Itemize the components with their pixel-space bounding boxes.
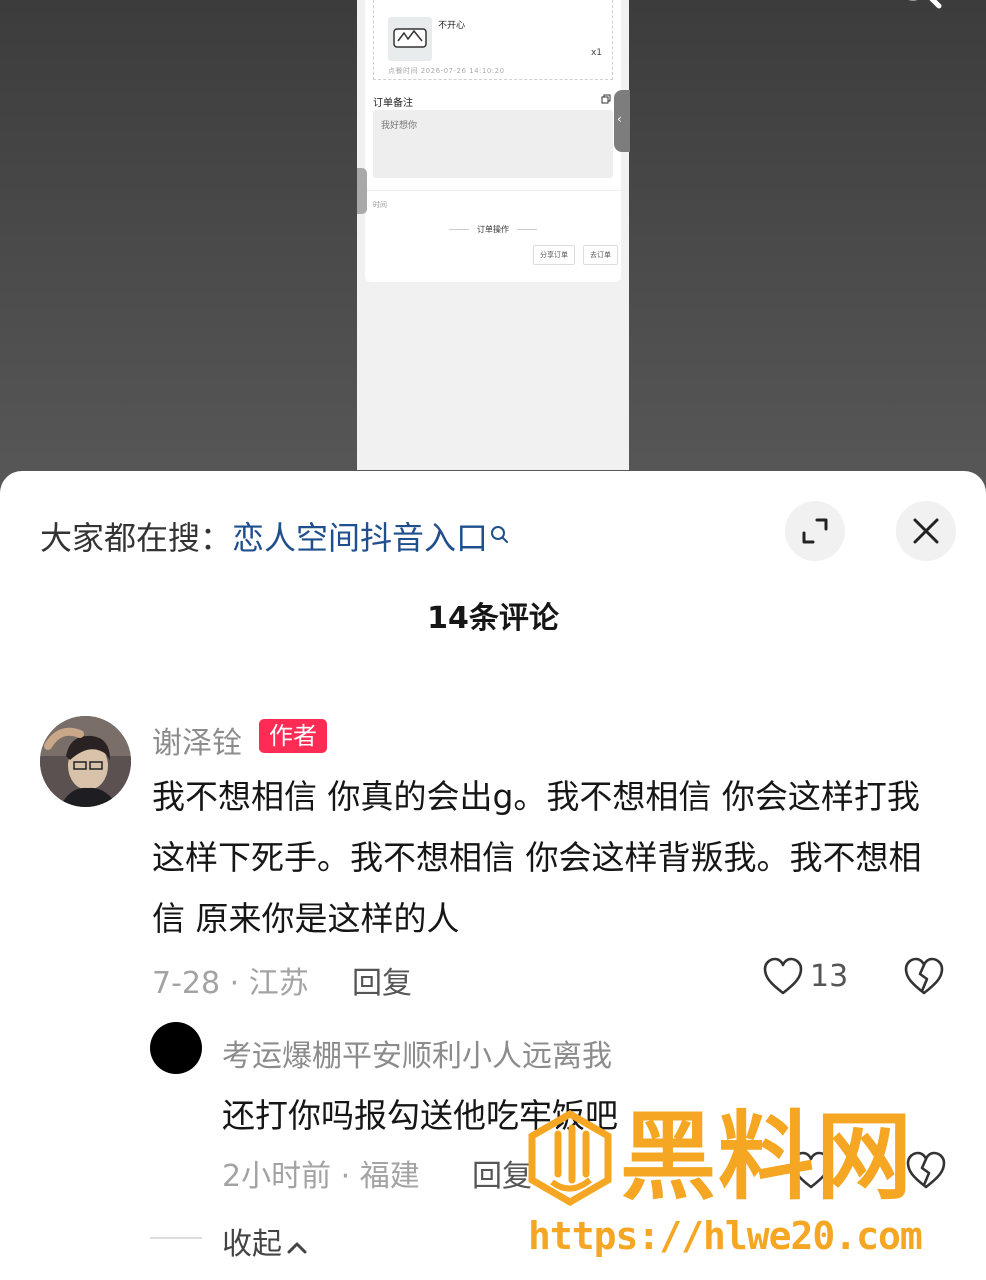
video-background[interactable]: 不开心 x1 点餐时间 2026-07-26 14:10:20 订单备注 我好想… xyxy=(0,0,986,500)
divider xyxy=(365,190,621,191)
go-order-button: 去订单 xyxy=(583,245,618,265)
goods-time: 点餐时间 2026-07-26 14:10:20 xyxy=(388,67,505,75)
collapse-button[interactable]: 收起 xyxy=(222,1219,308,1263)
comment-date-location: 7-28 · 江苏 xyxy=(152,966,309,1001)
copy-icon xyxy=(601,94,611,104)
comment-text[interactable]: 我不想相信 你真的会出g。我不想相信 你会这样打我 这样下死手。我不想相信 你会… xyxy=(152,766,952,949)
watermark-logo-icon xyxy=(528,1109,612,1210)
share-order-button: 分享订单 xyxy=(533,245,575,265)
reply-avatar[interactable] xyxy=(150,1022,202,1074)
side-handle-right: ‹ xyxy=(614,90,630,152)
order-card: 不开心 x1 点餐时间 2026-07-26 14:10:20 订单备注 我好想… xyxy=(365,0,621,282)
remark-title: 订单备注 xyxy=(373,98,413,109)
author-badge: 作者 xyxy=(259,719,327,753)
search-suggestion[interactable]: 大家都在搜：恋人空间抖音入口 xyxy=(40,513,510,559)
avatar[interactable] xyxy=(40,716,131,807)
broken-heart-icon[interactable] xyxy=(903,957,945,1001)
search-keyword[interactable]: 恋人空间抖音入口 xyxy=(232,519,488,557)
reply-username[interactable]: 考运爆棚平安顺利小人远离我 xyxy=(222,1031,612,1075)
side-handle-left xyxy=(357,168,367,214)
reply-reply-button[interactable]: 回复 xyxy=(472,1151,532,1195)
goods-name: 不开心 xyxy=(438,21,466,31)
comment-count: 14条评论 xyxy=(427,601,559,636)
collapse-divider xyxy=(150,1237,202,1239)
like-count: 13 xyxy=(810,959,849,994)
comment-username[interactable]: 谢泽铨 xyxy=(152,718,242,762)
heart-icon[interactable] xyxy=(762,957,804,1001)
search-prefix: 大家都在搜： xyxy=(40,519,233,557)
order-screenshot: 不开心 x1 点餐时间 2026-07-26 14:10:20 订单备注 我好想… xyxy=(357,0,629,470)
reply-button[interactable]: 回复 xyxy=(352,958,412,1002)
search-icon[interactable] xyxy=(885,0,945,24)
chevron-up-icon xyxy=(286,1228,308,1263)
search-icon xyxy=(490,515,510,553)
watermark-brand: 黑料网 xyxy=(620,1101,914,1213)
watermark-url: https://hlwe20.com xyxy=(528,1214,923,1258)
expand-button[interactable] xyxy=(785,501,845,561)
expand-icon xyxy=(802,518,828,544)
close-button[interactable] xyxy=(896,501,956,561)
goods-quantity: x1 xyxy=(590,48,602,58)
remark-text: 我好想你 xyxy=(381,121,418,131)
close-icon xyxy=(913,518,939,544)
time-label: 时间 xyxy=(373,201,387,209)
remark-box: 我好想你 xyxy=(373,110,613,178)
order-ops-title: 订单操作 xyxy=(365,224,621,235)
goods-thumbnail xyxy=(388,17,432,61)
reply-date-location: 2小时前 · 福建 xyxy=(222,1159,420,1194)
goods-box: 不开心 x1 点餐时间 2026-07-26 14:10:20 xyxy=(373,0,613,80)
